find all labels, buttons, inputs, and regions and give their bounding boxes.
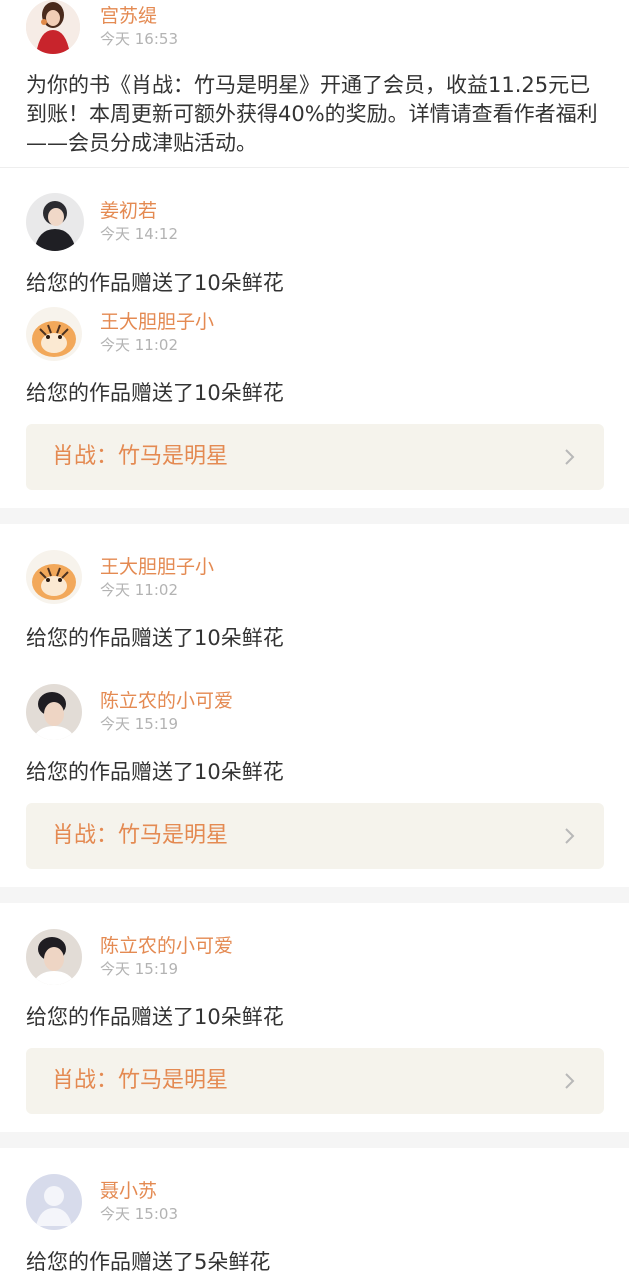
message-text: 给您的作品赠送了10朵鲜花: [26, 381, 284, 405]
user-name[interactable]: 聂小苏: [100, 1179, 157, 1203]
section-separator: [0, 1132, 629, 1148]
message-text: 给您的作品赠送了10朵鲜花: [26, 760, 284, 784]
avatar[interactable]: [26, 193, 84, 251]
chevron-right-icon: [565, 449, 575, 465]
young-man-photo-avatar-icon: [26, 929, 82, 985]
default-user-avatar-icon: [26, 1174, 82, 1230]
timestamp: 今天 15:03: [100, 1205, 178, 1223]
avatar[interactable]: [26, 684, 82, 740]
book-card[interactable]: 肖战：竹马是明星: [26, 803, 604, 869]
avatar[interactable]: [26, 929, 82, 985]
user-name[interactable]: 陈立农的小可爱: [100, 934, 233, 958]
book-card[interactable]: 肖战：竹马是明星: [26, 424, 604, 490]
timestamp: 今天 11:02: [100, 581, 178, 599]
divider: [0, 167, 629, 168]
user-name[interactable]: 王大胆胆子小: [100, 310, 214, 334]
avatar[interactable]: [26, 307, 82, 361]
user-name[interactable]: 陈立农的小可爱: [100, 689, 233, 713]
timestamp: 今天 16:53: [100, 30, 178, 48]
young-man-photo-avatar-icon: [26, 193, 84, 251]
chevron-right-icon: [565, 828, 575, 844]
girl-red-dress-avatar-icon: [26, 0, 80, 54]
user-name[interactable]: 宫苏缇: [100, 4, 157, 28]
book-title: 肖战：竹马是明星: [52, 1068, 229, 1093]
user-name[interactable]: 王大胆胆子小: [100, 555, 214, 579]
chubby-tiger-avatar-icon: [26, 307, 82, 361]
message-text: 给您的作品赠送了10朵鲜花: [26, 1005, 284, 1029]
message-text: 给您的作品赠送了10朵鲜花: [26, 626, 284, 650]
timestamp: 今天 15:19: [100, 960, 178, 978]
message-text: 给您的作品赠送了10朵鲜花: [26, 271, 284, 295]
message-text: 给您的作品赠送了5朵鲜花: [26, 1250, 271, 1274]
user-name[interactable]: 姜初若: [100, 199, 157, 223]
section-separator: [0, 508, 629, 524]
timestamp: 今天 15:19: [100, 715, 178, 733]
timestamp: 今天 14:12: [100, 225, 178, 243]
message-text: 为你的书《肖战：竹马是明星》开通了会员，收益11.25元已到账！本周更新可额外获…: [26, 73, 598, 155]
young-man-photo-avatar-icon: [26, 684, 82, 740]
avatar[interactable]: [26, 0, 80, 54]
book-card[interactable]: 肖战：竹马是明星: [26, 1048, 604, 1114]
timestamp: 今天 11:02: [100, 336, 178, 354]
book-title: 肖战：竹马是明星: [52, 823, 229, 848]
avatar[interactable]: [26, 1174, 82, 1230]
section-separator: [0, 887, 629, 903]
avatar[interactable]: [26, 550, 82, 604]
chevron-right-icon: [565, 1073, 575, 1089]
book-title: 肖战：竹马是明星: [52, 444, 229, 469]
chubby-tiger-avatar-icon: [26, 550, 82, 604]
